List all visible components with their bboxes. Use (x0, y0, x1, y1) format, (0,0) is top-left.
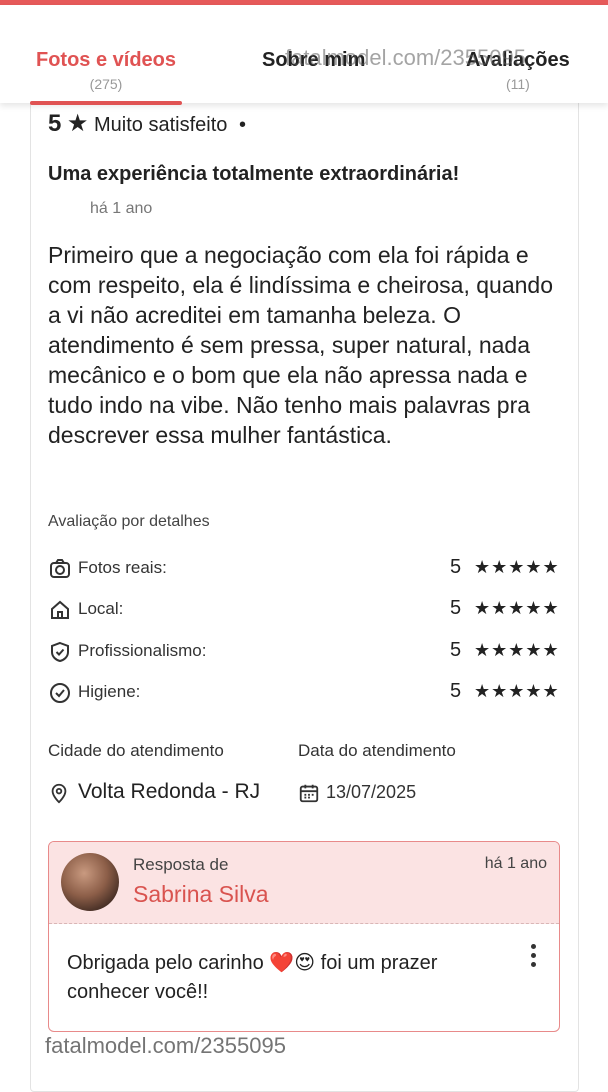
check-circle-icon (48, 681, 72, 705)
watermark-bottom: fatalmodel.com/2355095 (45, 1033, 286, 1058)
more-options-icon[interactable] (531, 944, 537, 971)
date-value: 13/07/2025 (326, 782, 417, 802)
detail-score: 5 (450, 597, 462, 619)
detail-row-local: Local: 5 ★★★★★ (48, 597, 563, 624)
city-value: Volta Redonda - RJ (78, 780, 261, 803)
detail-stars: ★★★★★ (474, 557, 560, 577)
camera-icon (48, 557, 72, 581)
shield-check-icon (48, 640, 72, 664)
tab-fotos-videos[interactable]: Fotos e vídeos (275) (30, 49, 182, 92)
active-tab-indicator (30, 101, 182, 105)
calendar-icon (298, 782, 320, 809)
reply-text: Obrigada pelo carinho ❤️😍 foi um prazer … (67, 952, 438, 1003)
details-title: Avaliação por detalhes (48, 513, 210, 530)
star-icon: ★ (66, 110, 89, 137)
reply-header: Resposta de há 1 ano Sabrina Silva (49, 842, 559, 924)
owner-reply: Resposta de há 1 ano Sabrina Silva Obrig… (48, 841, 560, 1032)
detail-stars: ★★★★★ (474, 598, 560, 618)
city-label: Cidade do atendimento (48, 741, 224, 760)
rating-value: 5 (48, 110, 62, 137)
detail-score: 5 (450, 639, 462, 661)
detail-stars: ★★★★★ (474, 640, 560, 660)
reply-time: há 1 ano (484, 855, 547, 872)
review-body: Primeiro que a negociação com ela foi rá… (48, 242, 554, 448)
review-time: há 1 ano (90, 200, 153, 217)
review-title: Uma experiência totalmente extraordinári… (48, 163, 460, 185)
detail-stars: ★★★★★ (474, 681, 560, 701)
location-pin-icon (48, 781, 70, 811)
detail-label: Fotos reais: (78, 558, 167, 577)
tab-count: (11) (505, 76, 530, 92)
detail-label: Higiene: (78, 682, 141, 701)
detail-row-profissionalismo: Profissionalismo: 5 ★★★★★ (48, 639, 563, 666)
reply-label: Resposta de (133, 855, 229, 874)
detail-score: 5 (450, 556, 462, 578)
reply-author-name[interactable]: Sabrina Silva (133, 881, 269, 908)
rating-summary: 5 ★ Muito satisfeito • (48, 109, 246, 138)
detail-row-higiene: Higiene: 5 ★★★★★ (48, 680, 563, 707)
tab-label: Fotos e vídeos (35, 49, 177, 71)
tab-count: (275) (89, 76, 123, 92)
rating-text: Muito satisfeito (94, 114, 228, 136)
watermark: fatalmodel.com/2355095 (285, 45, 526, 70)
avatar[interactable] (61, 853, 119, 911)
detail-label: Local: (78, 599, 124, 618)
home-icon (48, 598, 72, 622)
detail-row-fotos-reais: Fotos reais: 5 ★★★★★ (48, 556, 563, 583)
detail-score: 5 (450, 680, 462, 702)
separator-dot: • (238, 114, 246, 136)
date-label: Data do atendimento (298, 741, 456, 760)
detail-label: Profissionalismo: (78, 641, 207, 660)
